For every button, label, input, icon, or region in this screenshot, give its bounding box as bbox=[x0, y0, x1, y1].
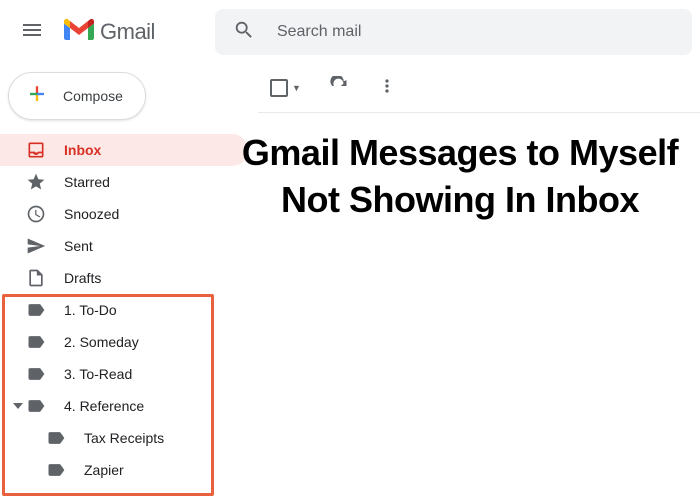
select-all-checkbox[interactable]: ▼ bbox=[270, 79, 301, 97]
sidebar-item-snoozed[interactable]: Snoozed bbox=[0, 198, 248, 230]
file-icon bbox=[26, 268, 46, 288]
annotation-title-text: Gmail Messages to Myself Not Showing In … bbox=[230, 130, 690, 224]
send-icon bbox=[26, 236, 46, 256]
brand-text: Gmail bbox=[100, 19, 155, 45]
nav-label: Starred bbox=[64, 174, 110, 190]
sidebar-label-toread[interactable]: 3. To-Read bbox=[0, 358, 248, 390]
label-icon bbox=[46, 460, 66, 480]
sidebar-item-sent[interactable]: Sent bbox=[0, 230, 248, 262]
main-menu-button[interactable] bbox=[8, 8, 56, 56]
label-icon bbox=[26, 396, 46, 416]
nav-label: Drafts bbox=[64, 270, 101, 286]
gmail-logo[interactable]: Gmail bbox=[64, 18, 155, 47]
nav-label: 3. To-Read bbox=[64, 366, 132, 382]
star-icon bbox=[26, 172, 46, 192]
plus-icon bbox=[23, 80, 51, 113]
nav-label: Zapier bbox=[84, 462, 124, 478]
refresh-button[interactable] bbox=[329, 76, 349, 101]
nav-label: Snoozed bbox=[64, 206, 119, 222]
nav-label: Sent bbox=[64, 238, 93, 254]
sidebar-item-drafts[interactable]: Drafts bbox=[0, 262, 248, 294]
sidebar-item-starred[interactable]: Starred bbox=[0, 166, 248, 198]
sidebar-label-tax-receipts[interactable]: Tax Receipts bbox=[0, 422, 248, 454]
label-icon bbox=[46, 428, 66, 448]
caret-down-icon[interactable] bbox=[10, 401, 26, 411]
search-placeholder: Search mail bbox=[277, 23, 361, 41]
label-icon bbox=[26, 364, 46, 384]
more-button[interactable] bbox=[377, 76, 397, 101]
nav-label: Tax Receipts bbox=[84, 430, 164, 446]
sidebar: Compose Inbox Starred Snoozed bbox=[0, 64, 256, 500]
sidebar-label-someday[interactable]: 2. Someday bbox=[0, 326, 248, 358]
nav-label: Inbox bbox=[64, 142, 101, 158]
sidebar-label-todo[interactable]: 1. To-Do bbox=[0, 294, 248, 326]
hamburger-icon bbox=[20, 18, 44, 47]
compose-label: Compose bbox=[63, 88, 123, 104]
nav-label: 2. Someday bbox=[64, 334, 139, 350]
gmail-m-icon bbox=[64, 18, 94, 47]
search-icon bbox=[233, 19, 255, 46]
nav-label: 1. To-Do bbox=[64, 302, 117, 318]
more-vert-icon bbox=[377, 76, 397, 101]
sidebar-label-reference[interactable]: 4. Reference bbox=[0, 390, 248, 422]
label-icon bbox=[26, 332, 46, 352]
nav-label: 4. Reference bbox=[64, 398, 144, 414]
sidebar-item-inbox[interactable]: Inbox bbox=[0, 134, 248, 166]
refresh-icon bbox=[329, 76, 349, 101]
compose-button[interactable]: Compose bbox=[8, 72, 146, 120]
toolbar-divider bbox=[258, 112, 700, 113]
chevron-down-icon: ▼ bbox=[292, 83, 301, 93]
clock-icon bbox=[26, 204, 46, 224]
inbox-icon bbox=[26, 140, 46, 160]
label-icon bbox=[26, 300, 46, 320]
checkbox-icon bbox=[270, 79, 288, 97]
search-input[interactable]: Search mail bbox=[215, 9, 692, 55]
sidebar-label-zapier[interactable]: Zapier bbox=[0, 454, 248, 486]
